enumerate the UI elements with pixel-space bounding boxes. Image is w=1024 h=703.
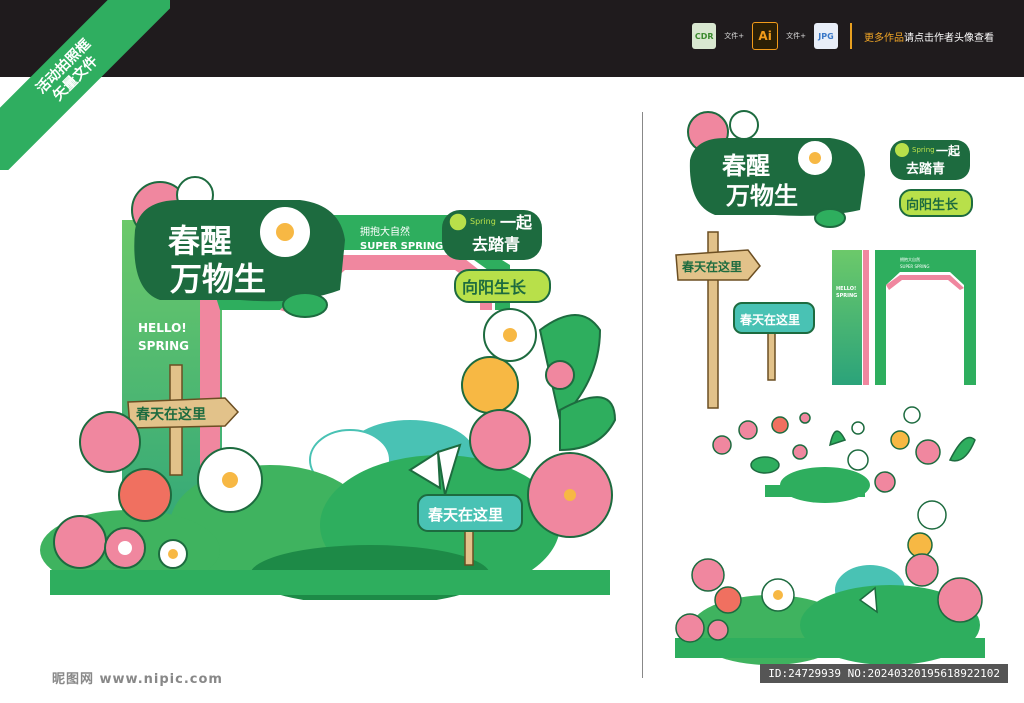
separator [850, 23, 852, 49]
together-badge: Spring 一起 去踏青 [442, 210, 542, 260]
parts-arch: 拥抱大自然 SUPER SPRING [875, 250, 976, 385]
parts-grow-sign-text: 向阳生长 [906, 197, 959, 213]
parts-together-badge: Spring 一起 去踏青 [890, 140, 970, 180]
jpg-file-icon: JPG [814, 23, 838, 49]
footer-logo: 昵图网 www.nipic.com [52, 672, 223, 687]
vertical-divider [642, 112, 643, 678]
file-text-2: 文件+ [786, 32, 806, 40]
parts-title-line2: 万物生 [726, 182, 798, 210]
badge-cn1: 一起 [500, 213, 533, 232]
grow-sign: 向阳生长 [454, 269, 551, 303]
parts-title-line1: 春醒 [722, 152, 770, 180]
parts-panel: 春醒 万物生 Spring 一起 去踏青 向阳生长 春天在这里 春天在这里 HE… [675, 110, 985, 665]
cdr-file-icon: CDR [692, 23, 717, 49]
tagline-en: SUPER SPRING [360, 241, 443, 252]
title-line1: 春醒 [168, 222, 232, 260]
badge-cn2: 去踏青 [472, 235, 520, 254]
parts-pillar: HELLO! SPRING [832, 250, 869, 385]
corner-badge-band: 活动拍照框 矢量文件 [0, 0, 170, 170]
main-photo-frame: HELLO! SPRING 春醒 万物生 拥抱大自然 SUPER SPRING … [40, 176, 617, 600]
parts-pillar-hello: HELLO! [836, 286, 856, 292]
parts-flower-bush [675, 500, 985, 665]
parts-arch-small1: 拥抱大自然 [900, 256, 920, 262]
footer-id: ID:24729939 NO:20240320195618922102 [760, 664, 1008, 683]
title-badge: 春醒 万物生 [131, 176, 345, 318]
parts-arrow-sign-text: 春天在这里 [681, 259, 742, 274]
more-works-link[interactable]: 更多作品请点击作者头像查看 [864, 29, 994, 44]
more-works-rest: 请点击作者头像查看 [904, 32, 994, 44]
title-line2: 万物生 [170, 260, 266, 298]
parts-grow-sign: 向阳生长 [899, 189, 973, 217]
tagline-cn: 拥抱大自然 [360, 225, 410, 238]
parts-badge-cn1: 一起 [936, 143, 961, 158]
grow-sign-text: 向阳生长 [462, 278, 527, 297]
corner-badge: 活动拍照框 矢量文件 [0, 0, 170, 170]
spring-text: SPRING [138, 339, 189, 353]
parts-pillar-spring: SPRING [836, 293, 857, 299]
parts-scattered-elements [712, 406, 976, 503]
more-works-highlight: 更多作品 [864, 32, 904, 44]
parts-title-badge: 春醒 万物生 [687, 110, 865, 228]
bush-sign-text: 春天在这里 [428, 506, 503, 524]
parts-arch-small2: SUPER SPRING [900, 264, 929, 269]
parts-post-sign-text: 春天在这里 [739, 312, 800, 327]
parts-post-sign: 春天在这里 [733, 302, 815, 381]
ai-file-icon: Ai [752, 22, 779, 50]
file-format-bar: CDR 文件+ Ai 文件+ JPG 更多作品请点击作者头像查看 [692, 22, 994, 50]
arrow-sign-text: 春天在这里 [135, 406, 206, 423]
badge-spring: Spring [470, 217, 496, 226]
hello-text: HELLO! [138, 321, 187, 335]
parts-badge-cn2: 去踏青 [906, 161, 945, 177]
file-text-1: 文件+ [724, 32, 745, 40]
parts-badge-spring: Spring [912, 146, 935, 154]
